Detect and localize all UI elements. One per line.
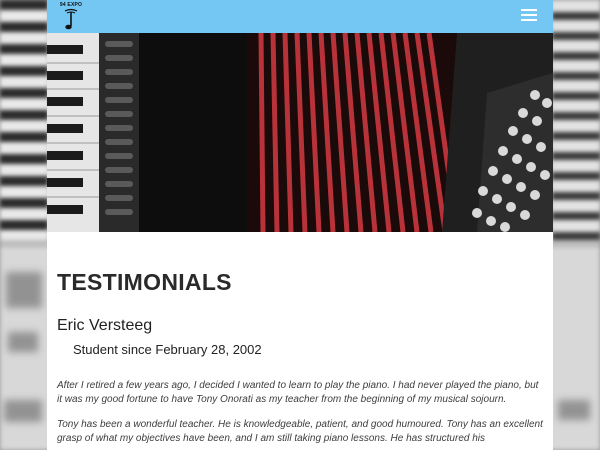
accordion-image [47,33,553,232]
hamburger-menu-icon[interactable] [521,9,537,23]
navbar: 94 EXPO [47,0,553,33]
background-shape [8,332,38,352]
background-shape [558,400,590,420]
menu-bar [521,14,537,16]
site-logo[interactable]: 94 EXPO [57,2,85,32]
testimonial: Eric Versteeg Student since February 28,… [57,316,543,446]
testimonial-since: Student since February 28, 2002 [73,342,262,357]
main-content: TESTIMONIALS Eric Versteeg Student since… [47,268,553,446]
music-note-icon [64,8,78,30]
page-title: TESTIMONIALS [57,269,232,295]
piano-keys [47,33,99,232]
bellows [247,33,477,232]
hero-image [47,33,553,232]
menu-bar [521,9,537,11]
testimonial-paragraph: Tony has been a wonderful teacher. He is… [57,419,543,444]
menu-bar [521,19,537,21]
page-container: 94 EXPO TESTIMONIALS Eric Versteeg Stude… [47,0,553,450]
testimonial-paragraph: After I retired a few years ago, I decid… [57,380,539,405]
background-shape [4,400,42,422]
testimonial-author: Eric Versteeg [57,317,153,334]
background-shape [6,272,42,308]
